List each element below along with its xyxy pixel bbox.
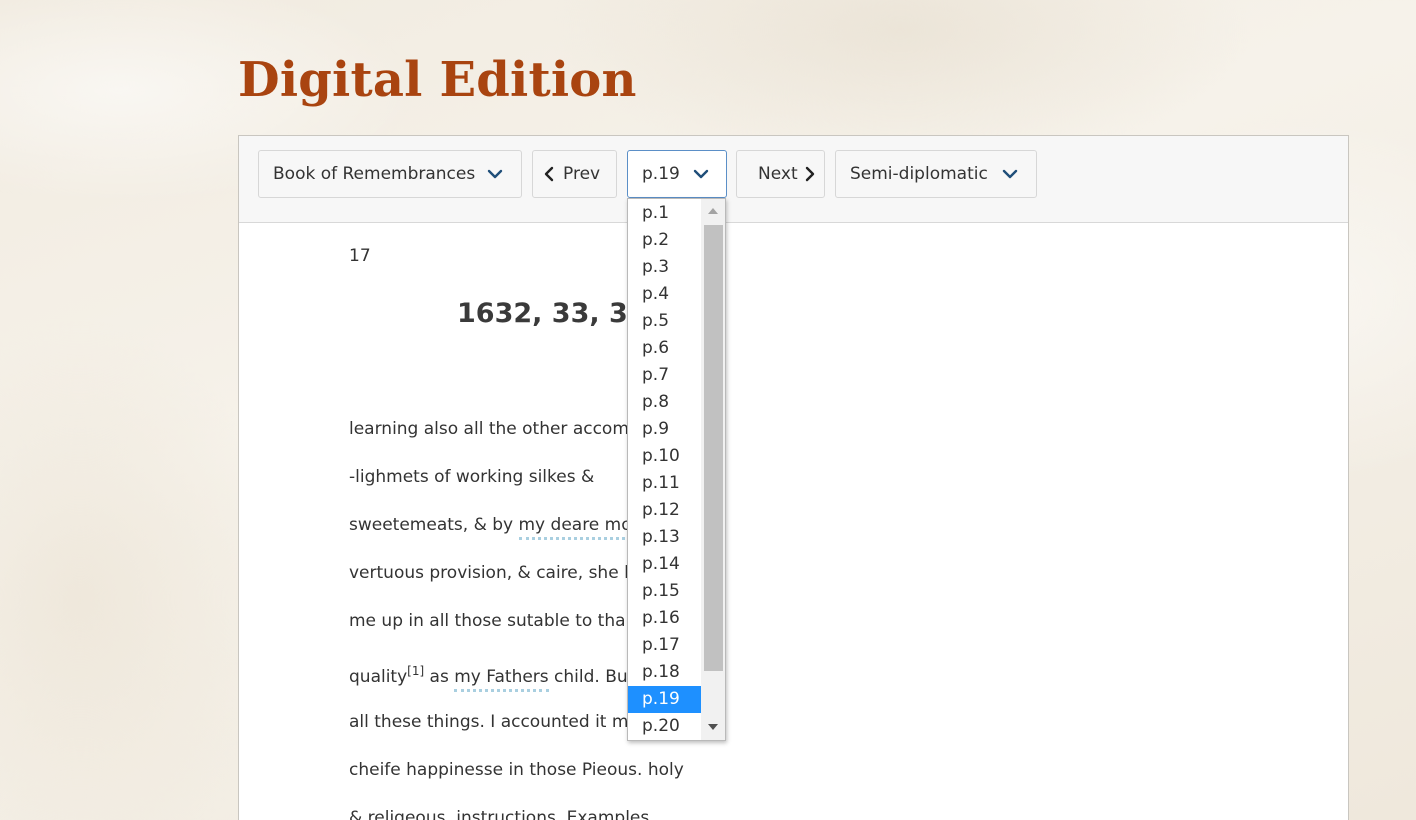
document-select-label: Book of Remembrances bbox=[273, 164, 476, 184]
text-line: cheife happinesse in those Pieous. holy bbox=[349, 760, 684, 780]
page-dropdown-list[interactable]: p.1 p.2 p.3 p.4 p.5 p.6 p.7 p.8 p.9 p.10 p.11 p.12 p… bbox=[627, 198, 726, 741]
text-line: quality[1] as my Fathers child. Bu bbox=[349, 664, 628, 692]
prev-page-button[interactable]: Prev bbox=[532, 150, 617, 198]
dropdown-scrollbar[interactable] bbox=[701, 199, 725, 740]
page-heading: 1632, 33, 34 bbox=[457, 298, 647, 329]
page-select[interactable]: p.19 bbox=[627, 150, 727, 198]
text-line: vertuous provision, & caire, she l bbox=[349, 563, 629, 583]
footnote-marker[interactable]: [1] bbox=[407, 664, 424, 678]
page-option[interactable]: p.14 bbox=[628, 551, 701, 578]
viewer-toolbar: Book of Remembrances Prev p.19 Next Semi bbox=[239, 136, 1348, 223]
page-option[interactable]: p.3 bbox=[628, 254, 701, 281]
edition-viewer: Book of Remembrances Prev p.19 Next Semi bbox=[238, 135, 1349, 820]
chevron-down-icon bbox=[1002, 166, 1018, 182]
page-option[interactable]: p.4 bbox=[628, 281, 701, 308]
document-select[interactable]: Book of Remembrances bbox=[258, 150, 522, 198]
text-line: sweetemeats, & by my deare mo bbox=[349, 515, 632, 540]
page-option[interactable]: p.15 bbox=[628, 578, 701, 605]
page-option[interactable]: p.2 bbox=[628, 227, 701, 254]
page-option[interactable]: p.6 bbox=[628, 335, 701, 362]
text-line: -lighmets of working silkes & bbox=[349, 467, 595, 487]
page-option[interactable]: p.19 bbox=[628, 686, 701, 713]
prev-page-label: Prev bbox=[563, 164, 601, 184]
scroll-up-arrow-icon[interactable] bbox=[701, 199, 725, 223]
person-reference[interactable]: my Fathers bbox=[454, 667, 549, 692]
text-line: me up in all those sutable to tha bbox=[349, 611, 626, 631]
chevron-right-icon bbox=[802, 166, 818, 182]
chevron-down-icon bbox=[693, 166, 709, 182]
view-mode-label: Semi-diplomatic bbox=[850, 164, 988, 184]
text-line: learning also all the other accom bbox=[349, 419, 629, 439]
view-mode-select[interactable]: Semi-diplomatic bbox=[835, 150, 1037, 198]
page-option[interactable]: p.5 bbox=[628, 308, 701, 335]
page-option[interactable]: p.8 bbox=[628, 389, 701, 416]
page-option[interactable]: p.10 bbox=[628, 443, 701, 470]
scroll-down-arrow-icon[interactable] bbox=[701, 716, 725, 740]
page-option[interactable]: p.16 bbox=[628, 605, 701, 632]
page-option[interactable]: p.17 bbox=[628, 632, 701, 659]
chevron-down-icon bbox=[487, 166, 503, 182]
text-segment: as bbox=[424, 667, 455, 687]
page-option[interactable]: p.18 bbox=[628, 659, 701, 686]
page-option[interactable]: p.7 bbox=[628, 362, 701, 389]
page-number: 17 bbox=[349, 246, 371, 266]
page-option[interactable]: p.1 bbox=[628, 200, 701, 227]
next-page-button[interactable]: Next bbox=[736, 150, 825, 198]
page-option[interactable]: p.11 bbox=[628, 470, 701, 497]
text-segment: sweetemeats, & by bbox=[349, 515, 519, 535]
scroll-thumb[interactable] bbox=[704, 225, 723, 671]
chevron-left-icon bbox=[541, 166, 557, 182]
page-option[interactable]: p.13 bbox=[628, 524, 701, 551]
site-title: Digital Edition bbox=[238, 52, 637, 108]
person-reference[interactable]: my deare mo bbox=[518, 515, 632, 540]
next-page-label: Next bbox=[758, 164, 798, 184]
text-segment: quality bbox=[349, 667, 408, 687]
page-select-label: p.19 bbox=[642, 164, 680, 184]
text-line: all these things. I accounted it m bbox=[349, 712, 629, 732]
text-line: & religeous. instructions. Examples bbox=[349, 808, 650, 820]
text-segment: child. Bu bbox=[548, 667, 628, 687]
page-option[interactable]: p.12 bbox=[628, 497, 701, 524]
page-option[interactable]: p.9 bbox=[628, 416, 701, 443]
page-option[interactable]: p.20 bbox=[628, 713, 701, 740]
